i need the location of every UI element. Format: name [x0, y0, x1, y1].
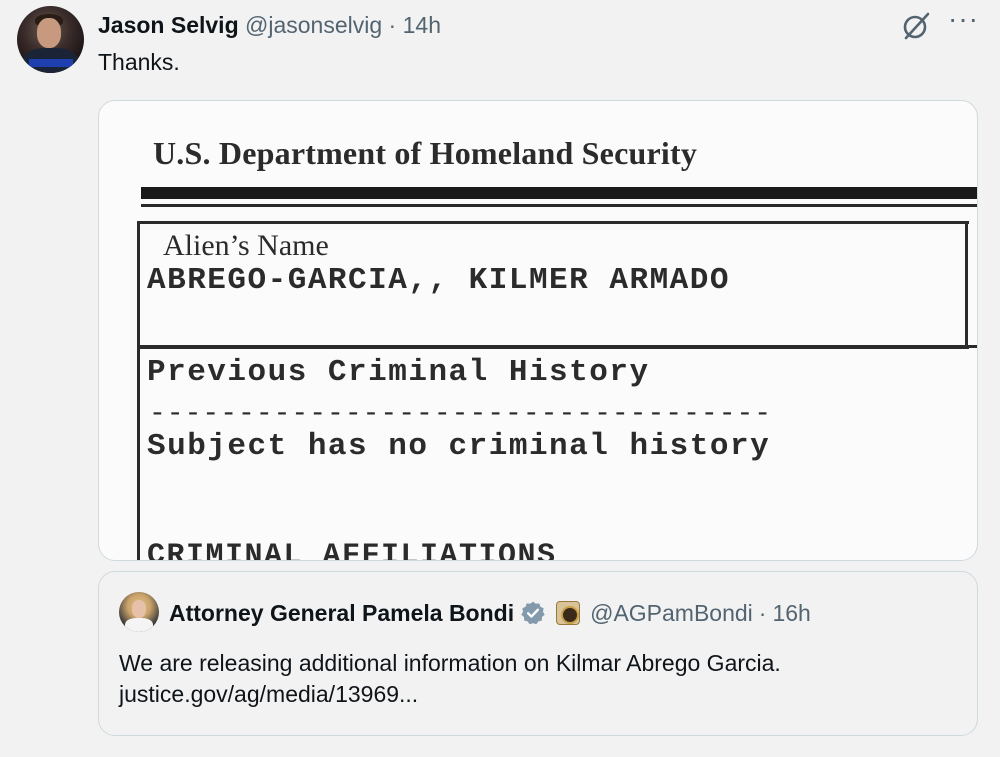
quoted-tweet[interactable]: Attorney General Pamela Bondi @AGPamBond… [98, 571, 978, 736]
section-divider [137, 345, 977, 348]
verified-badge-icon [521, 601, 545, 625]
grok-icon[interactable] [900, 10, 932, 42]
alien-name-value: ABREGO-GARCIA,, KILMER ARMADO [147, 263, 730, 298]
tweet-time[interactable]: 14h [403, 12, 441, 38]
dashed-separator: ----------------------------------- [149, 399, 773, 430]
more-icon[interactable]: ··· [948, 4, 979, 34]
section-left-border [137, 345, 140, 560]
document-rule-thick [141, 187, 977, 199]
name-box-right-border [965, 221, 968, 347]
author-avatar[interactable] [17, 6, 84, 73]
tweet-text: Thanks. [98, 49, 180, 75]
quoted-tweet-time[interactable]: 16h [772, 598, 810, 628]
criminal-history-heading: Previous Criminal History [147, 355, 650, 390]
separator-dot: · [388, 12, 397, 38]
alien-name-label: Alien’s Name [163, 229, 329, 262]
quoted-author-avatar[interactable] [119, 592, 159, 632]
quoted-link[interactable]: justice.gov/ag/media/13969... [119, 679, 959, 710]
author-handle[interactable]: @jasonselvig [245, 12, 382, 38]
criminal-history-text: Subject has no criminal history [147, 429, 771, 464]
author-name[interactable]: Jason Selvig [98, 12, 239, 38]
quoted-separator-dot: · [758, 600, 767, 626]
quoted-author-name[interactable]: Attorney General Pamela Bondi [169, 598, 514, 628]
document-rule-thin [141, 204, 977, 207]
quoted-tweet-text: We are releasing additional information … [119, 648, 959, 710]
quoted-tweet-header: Attorney General Pamela Bondi @AGPamBond… [169, 598, 811, 628]
tweet-header: Jason Selvig @jasonselvig · 14h [98, 10, 441, 40]
government-affiliation-icon [556, 601, 581, 625]
tweet-media-image[interactable]: U.S. Department of Homeland Security Ali… [98, 100, 978, 561]
criminal-affiliations-heading: CRIMINAL AFFILIATIONS [147, 539, 557, 561]
document-title: U.S. Department of Homeland Security [153, 135, 698, 171]
quoted-text-line: We are releasing additional information … [119, 650, 781, 676]
quoted-author-handle[interactable]: @AGPamBondi [590, 598, 753, 628]
